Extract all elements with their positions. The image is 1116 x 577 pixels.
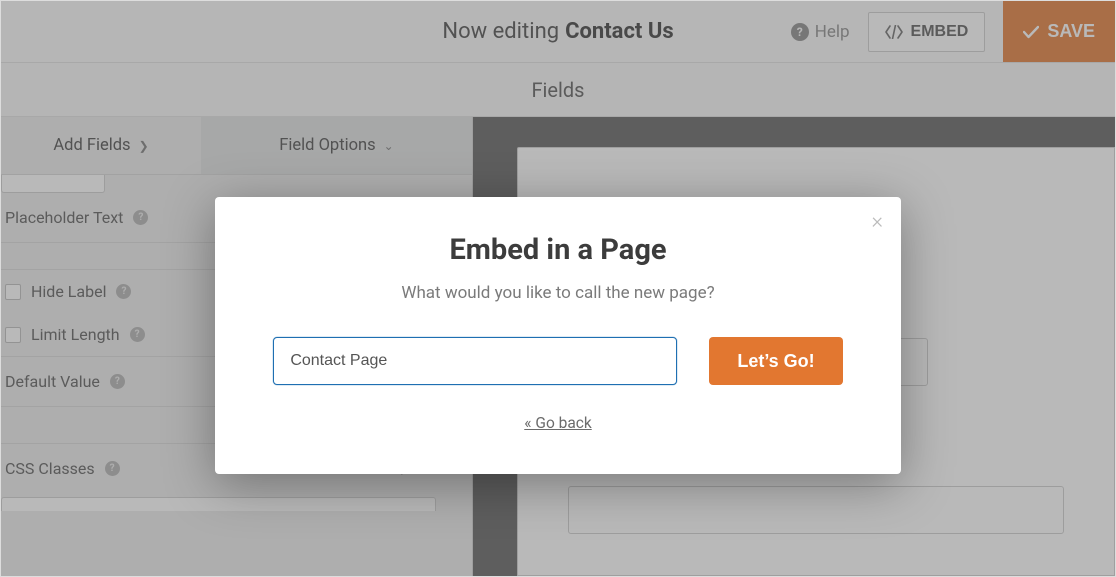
lets-go-label: Let’s Go! bbox=[737, 351, 814, 371]
go-back-link[interactable]: « Go back bbox=[524, 414, 591, 432]
modal-title: Embed in a Page bbox=[265, 233, 851, 267]
lets-go-button[interactable]: Let’s Go! bbox=[709, 337, 842, 385]
embed-modal: × Embed in a Page What would you like to… bbox=[215, 197, 901, 474]
page-name-input[interactable] bbox=[273, 337, 677, 385]
modal-input-row: Let’s Go! bbox=[265, 337, 851, 385]
modal-overlay: × Embed in a Page What would you like to… bbox=[1, 1, 1115, 576]
close-icon[interactable]: × bbox=[871, 211, 883, 233]
modal-subtitle: What would you like to call the new page… bbox=[265, 283, 851, 303]
